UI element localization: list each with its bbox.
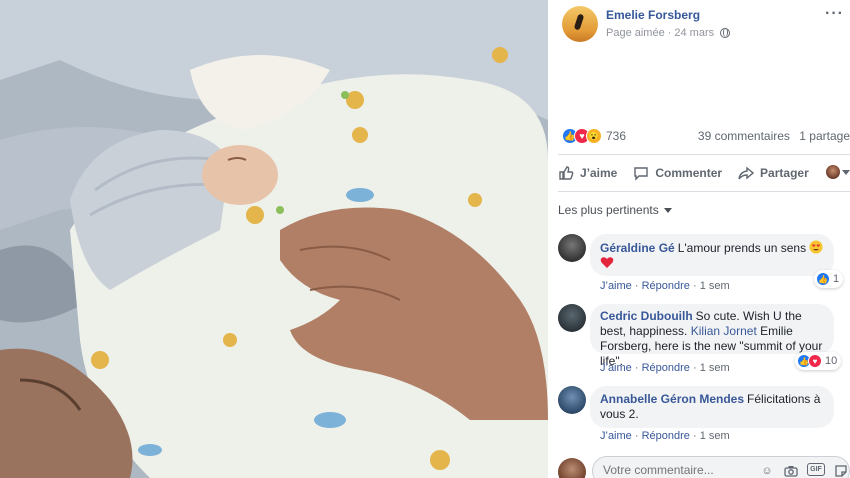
comment-input[interactable] <box>603 463 753 477</box>
commenter-avatar[interactable] <box>558 386 586 414</box>
emoji-picker-icon[interactable]: ☺ <box>759 463 775 478</box>
page-name-link[interactable]: Emelie Forsberg <box>606 8 700 22</box>
comment-bubble: Cedric Dubouilh So cute. Wish U the best,… <box>590 304 834 368</box>
comment-time[interactable]: 1 sem <box>700 430 730 442</box>
red-heart-emoji-icon <box>600 257 614 268</box>
post-header: Emelie Forsberg Page aimée · 24 mars ··· <box>548 0 850 50</box>
comment-item: Cedric Dubouilh So cute. Wish U the best,… <box>558 304 850 378</box>
reaction-number: 10 <box>825 355 838 367</box>
comment-reaction-count[interactable]: 👍 ♥ 10 <box>795 352 842 370</box>
reaction-number: 1 <box>833 273 840 285</box>
comment-reply-link[interactable]: Répondre <box>642 430 690 442</box>
comment-reaction-count[interactable]: 👍 1 <box>814 270 844 288</box>
react-as-selector[interactable] <box>826 165 850 179</box>
chevron-down-icon <box>842 169 850 175</box>
shares-count-link[interactable]: 1 partage <box>799 129 850 143</box>
comment-author[interactable]: Cedric Dubouilh <box>600 309 693 323</box>
comment-reply-link[interactable]: Répondre <box>642 362 690 374</box>
post-meta: Page aimée · 24 mars <box>606 27 731 39</box>
post-side-panel: Emelie Forsberg Page aimée · 24 mars ···… <box>548 0 850 478</box>
comment-actions: J’aime · Répondre · 1 sem <box>600 430 730 442</box>
action-bar: J’aime Commenter Partager <box>558 158 850 188</box>
divider <box>558 191 850 192</box>
thumbs-up-icon <box>559 166 574 180</box>
newborn-photo-illustration <box>0 0 548 478</box>
comment-bubble: Annabelle Géron Mendes Félicitations à vo… <box>590 386 834 428</box>
reaction-icons[interactable]: 👍 ♥ 😮 <box>562 128 602 144</box>
comment-like-link[interactable]: J’aime <box>600 280 632 292</box>
user-avatar <box>826 165 840 179</box>
comment-icon <box>634 167 649 181</box>
comment-actions: J’aime · Répondre · 1 sem <box>600 362 730 374</box>
comment-author[interactable]: Géraldine Gé <box>600 241 675 255</box>
comment-actions: J’aime · Répondre · 1 sem <box>600 280 730 292</box>
like-button-label: J’aime <box>580 166 618 180</box>
page-avatar[interactable] <box>562 6 598 42</box>
chevron-down-icon <box>663 207 672 213</box>
comment-button[interactable]: Commenter <box>633 165 722 181</box>
page-liked-label: Page aimée <box>606 27 665 39</box>
share-button[interactable]: Partager <box>738 165 809 181</box>
share-icon <box>738 166 755 180</box>
comment-item: Annabelle Géron Mendes Félicitations à vo… <box>558 386 850 446</box>
current-user-avatar[interactable] <box>558 458 586 478</box>
globe-icon <box>720 28 731 38</box>
mentioned-user-link[interactable]: Kilian Jornet <box>691 324 757 338</box>
love-reaction-icon: ♥ <box>808 354 822 368</box>
comment-input-box[interactable]: ☺ GIF <box>592 456 850 478</box>
like-reaction-icon: 👍 <box>816 272 830 286</box>
composer-tools: ☺ GIF <box>759 463 849 478</box>
engagement-counts: 39 commentaires 1 partage <box>698 129 850 143</box>
commenter-avatar[interactable] <box>558 234 586 262</box>
comments-count-link[interactable]: 39 commentaires <box>698 129 790 143</box>
reaction-count[interactable]: 736 <box>606 129 626 143</box>
gif-icon[interactable]: GIF <box>807 463 825 476</box>
comment-time[interactable]: 1 sem <box>700 280 730 292</box>
comment-composer: ☺ GIF <box>558 454 850 478</box>
comment-like-link[interactable]: J’aime <box>600 362 632 374</box>
more-options-icon[interactable]: ··· <box>825 6 844 22</box>
post-photo[interactable] <box>0 0 548 478</box>
sort-label: Les plus pertinents <box>558 203 659 217</box>
meta-separator: · <box>667 27 672 39</box>
comment-reply-link[interactable]: Répondre <box>642 280 690 292</box>
commenter-avatar[interactable] <box>558 304 586 332</box>
comment-like-link[interactable]: J’aime <box>600 430 632 442</box>
divider <box>558 154 850 155</box>
reactions-summary: 👍 ♥ 😮 736 39 commentaires 1 partage <box>562 127 850 145</box>
comment-time[interactable]: 1 sem <box>700 362 730 374</box>
comment-text: L'amour prends un sens <box>677 241 807 255</box>
wow-reaction-icon: 😮 <box>586 128 602 144</box>
comment-button-label: Commenter <box>655 166 723 180</box>
comment-author[interactable]: Annabelle Géron Mendes <box>600 392 744 406</box>
share-button-label: Partager <box>760 166 809 180</box>
camera-icon[interactable] <box>783 463 799 478</box>
sticker-icon[interactable] <box>833 463 849 478</box>
comment-item: Géraldine Gé L'amour prends un sens 👍 1 J… <box>558 234 850 294</box>
comment-bubble: Géraldine Gé L'amour prends un sens <box>590 234 834 276</box>
heart-eyes-emoji-icon <box>809 240 823 254</box>
comment-sort-dropdown[interactable]: Les plus pertinents <box>558 203 672 217</box>
post-date-link[interactable]: 24 mars <box>674 27 714 39</box>
like-button[interactable]: J’aime <box>558 165 617 181</box>
